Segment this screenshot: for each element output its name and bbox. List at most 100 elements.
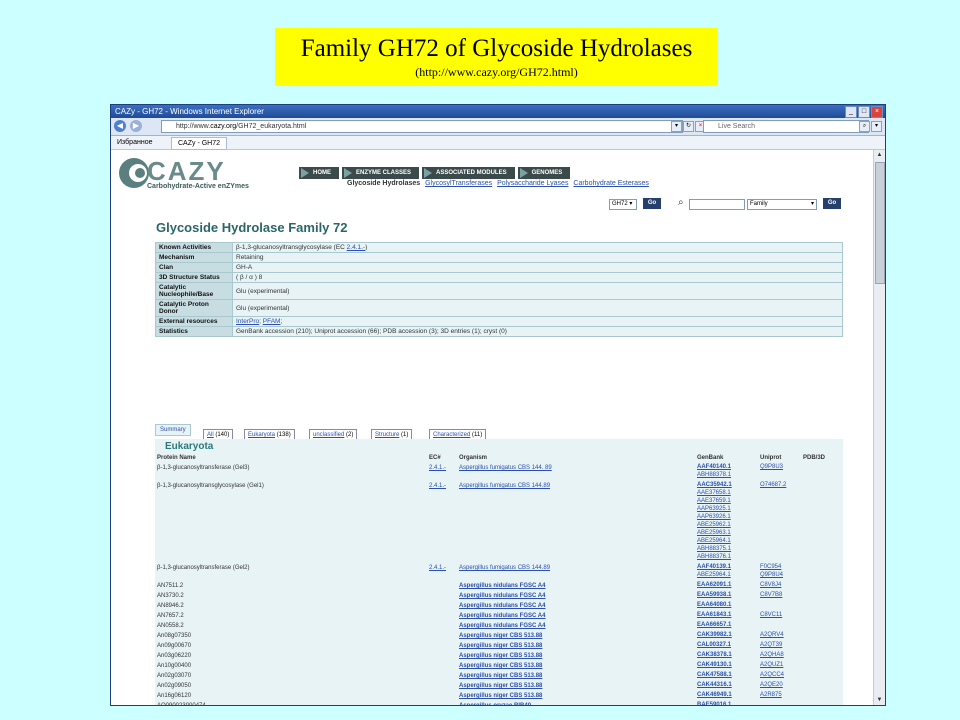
genbank-link[interactable]: AAE37659.1: [697, 498, 731, 504]
type-select[interactable]: Family ▾: [747, 199, 817, 210]
live-search-input[interactable]: Live Search: [703, 120, 869, 133]
scroll-thumb[interactable]: [875, 162, 885, 284]
uniprot-entry: A2QT39: [760, 641, 803, 649]
family-select[interactable]: GH72 ▾: [609, 199, 637, 210]
genbank-link[interactable]: EAA59938.1: [697, 592, 731, 598]
uniprot-link[interactable]: A2QT39: [760, 642, 782, 648]
ec-link[interactable]: 2.4.1.-: [429, 483, 446, 489]
maximize-button[interactable]: □: [858, 106, 870, 118]
pfam-link[interactable]: PFAM: [263, 318, 281, 325]
genbank-cell: AAC35942.1 AAE37658.1 AAE37659.1 AAP63925.1…: [697, 481, 760, 561]
genbank-link[interactable]: ABH88378.1: [697, 472, 731, 478]
browser-tab[interactable]: CAZy - GH72: [171, 137, 228, 150]
organism-link[interactable]: Aspergillus niger CBS 513.88: [459, 693, 542, 699]
organism-link[interactable]: Aspergillus niger CBS 513.88: [459, 633, 542, 639]
genbank-link[interactable]: EAA66657.1: [697, 622, 731, 628]
genbank-entry: ABE25964.1: [697, 571, 760, 579]
genbank-link[interactable]: CAK39982.1: [697, 632, 732, 638]
genbank-link[interactable]: EAA64080.1: [697, 602, 731, 608]
organism-link[interactable]: Aspergillus niger CBS 513.88: [459, 663, 542, 669]
organism-link[interactable]: Aspergillus oryzae RIB40: [459, 703, 531, 705]
genbank-link[interactable]: ABH88376.1: [697, 554, 731, 560]
col-protein-name: Protein Name: [157, 455, 196, 461]
url-field[interactable]: http://www.cazy.org/GH72_eukaryota.html: [161, 120, 683, 133]
menu-associated-modules[interactable]: ASSOCIATED MODULES: [422, 167, 515, 179]
genbank-link[interactable]: ABE25962.1: [697, 522, 731, 528]
genbank-link[interactable]: ABE25964.1: [697, 572, 731, 578]
uniprot-link[interactable]: F0C954: [760, 564, 781, 570]
organism-link[interactable]: Aspergillus nidulans FGSC A4: [459, 583, 545, 589]
genbank-link[interactable]: AAP63926.1: [697, 514, 731, 520]
search-field[interactable]: [689, 199, 745, 210]
search-icon[interactable]: ⌕: [859, 121, 870, 132]
genbank-link[interactable]: EAA61843.1: [697, 612, 731, 618]
genbank-link[interactable]: CAK38378.1: [697, 652, 732, 658]
menu-enzyme-classes[interactable]: ENZYME CLASSES: [342, 167, 420, 179]
genbank-link[interactable]: AAE37658.1: [697, 490, 731, 496]
genbank-link[interactable]: ABE25963.1: [697, 530, 731, 536]
scroll-up-icon[interactable]: ▲: [874, 150, 885, 160]
genbank-link[interactable]: ABE25964.1: [697, 538, 731, 544]
organism-link[interactable]: Aspergillus fumigatus CBS 144.89: [459, 565, 550, 571]
uniprot-link[interactable]: A2QE20: [760, 682, 783, 688]
submenu-ce[interactable]: Carbohydrate Esterases: [573, 180, 648, 187]
refresh-icon[interactable]: ↻: [683, 121, 694, 132]
menu-genomes[interactable]: GENOMES: [517, 167, 571, 179]
ec-link[interactable]: 2.4.1.-: [347, 244, 365, 251]
genbank-link[interactable]: AAF40140.1: [697, 464, 731, 470]
go-button-1[interactable]: Go: [643, 198, 661, 209]
genbank-link[interactable]: CAK49130.1: [697, 662, 732, 668]
genbank-link[interactable]: CAK46949.1: [697, 692, 732, 698]
genbank-link[interactable]: AAF40139.1: [697, 564, 731, 570]
submenu-gt[interactable]: GlycosylTransferases: [425, 180, 492, 187]
uniprot-link[interactable]: C8V7B8: [760, 592, 782, 598]
organism-link[interactable]: Aspergillus nidulans FGSC A4: [459, 623, 545, 629]
go-button-2[interactable]: Go: [823, 198, 841, 209]
genbank-link[interactable]: CAL00327.1: [697, 642, 731, 648]
back-icon[interactable]: ◀: [114, 120, 126, 132]
ec-link[interactable]: 2.4.1.-: [429, 565, 446, 571]
vertical-scrollbar[interactable]: ▲ ▼: [873, 150, 885, 705]
organism-link[interactable]: Aspergillus nidulans FGSC A4: [459, 613, 545, 619]
interpro-link[interactable]: InterPro: [236, 318, 259, 325]
info-row: Clan GH-A: [155, 262, 843, 273]
organism-link[interactable]: Aspergillus fumigatus CBS 144.89: [459, 483, 550, 489]
organism-link[interactable]: Aspergillus nidulans FGSC A4: [459, 593, 545, 599]
submenu-pl[interactable]: Polysaccharide Lyases: [497, 180, 568, 187]
genbank-link[interactable]: CAK44316.1: [697, 682, 732, 688]
dropdown-icon[interactable]: ▾: [671, 121, 682, 132]
uniprot-link[interactable]: Q9P8U3: [760, 464, 783, 470]
organism-link[interactable]: Aspergillus fumigatus CBS 144. 89: [459, 465, 552, 471]
uniprot-link[interactable]: A2QHA8: [760, 652, 784, 658]
ec-link[interactable]: 2.4.1.-: [429, 465, 446, 471]
favorites-button[interactable]: Избранное: [117, 136, 152, 149]
organism-link[interactable]: Aspergillus niger CBS 513.88: [459, 653, 542, 659]
menu-home[interactable]: HOME: [299, 167, 339, 179]
scroll-down-icon[interactable]: ▼: [874, 695, 885, 705]
uniprot-link[interactable]: Q9P8U4: [760, 572, 783, 578]
info-row: 3D Structure Status( β / α ) 8: [155, 272, 843, 283]
uniprot-link[interactable]: A2QUZ1: [760, 662, 783, 668]
search-options-icon[interactable]: ▾: [871, 121, 882, 132]
taxonomy-tabs: Summary All (140) Eukaryota (138) unclas…: [155, 424, 843, 441]
close-button[interactable]: ×: [871, 106, 883, 118]
uniprot-link[interactable]: C8V8J4: [760, 582, 781, 588]
uniprot-link[interactable]: C8VC11: [760, 612, 782, 618]
genbank-link[interactable]: AAC35942.1: [697, 482, 732, 488]
organism-link[interactable]: Aspergillus niger CBS 513.88: [459, 643, 542, 649]
forward-icon[interactable]: ▶: [130, 120, 142, 132]
genbank-link[interactable]: BAE59016.1: [697, 702, 731, 705]
uniprot-link[interactable]: A2R875: [760, 692, 782, 698]
genbank-link[interactable]: AAP63925.1: [697, 506, 731, 512]
uniprot-link[interactable]: A2QRV4: [760, 632, 784, 638]
genbank-link[interactable]: CAK47588.1: [697, 672, 732, 678]
summary-tab[interactable]: Summary: [155, 424, 191, 436]
organism-link[interactable]: Aspergillus niger CBS 513.88: [459, 683, 542, 689]
organism-link[interactable]: Aspergillus nidulans FGSC A4: [459, 603, 545, 609]
minimize-button[interactable]: _: [845, 106, 857, 118]
genbank-link[interactable]: EAA62091.1: [697, 582, 731, 588]
organism-link[interactable]: Aspergillus niger CBS 513.88: [459, 673, 542, 679]
uniprot-link[interactable]: A2QCC4: [760, 672, 784, 678]
genbank-link[interactable]: ABH88375.1: [697, 546, 731, 552]
uniprot-link[interactable]: O74687.2: [760, 482, 786, 488]
